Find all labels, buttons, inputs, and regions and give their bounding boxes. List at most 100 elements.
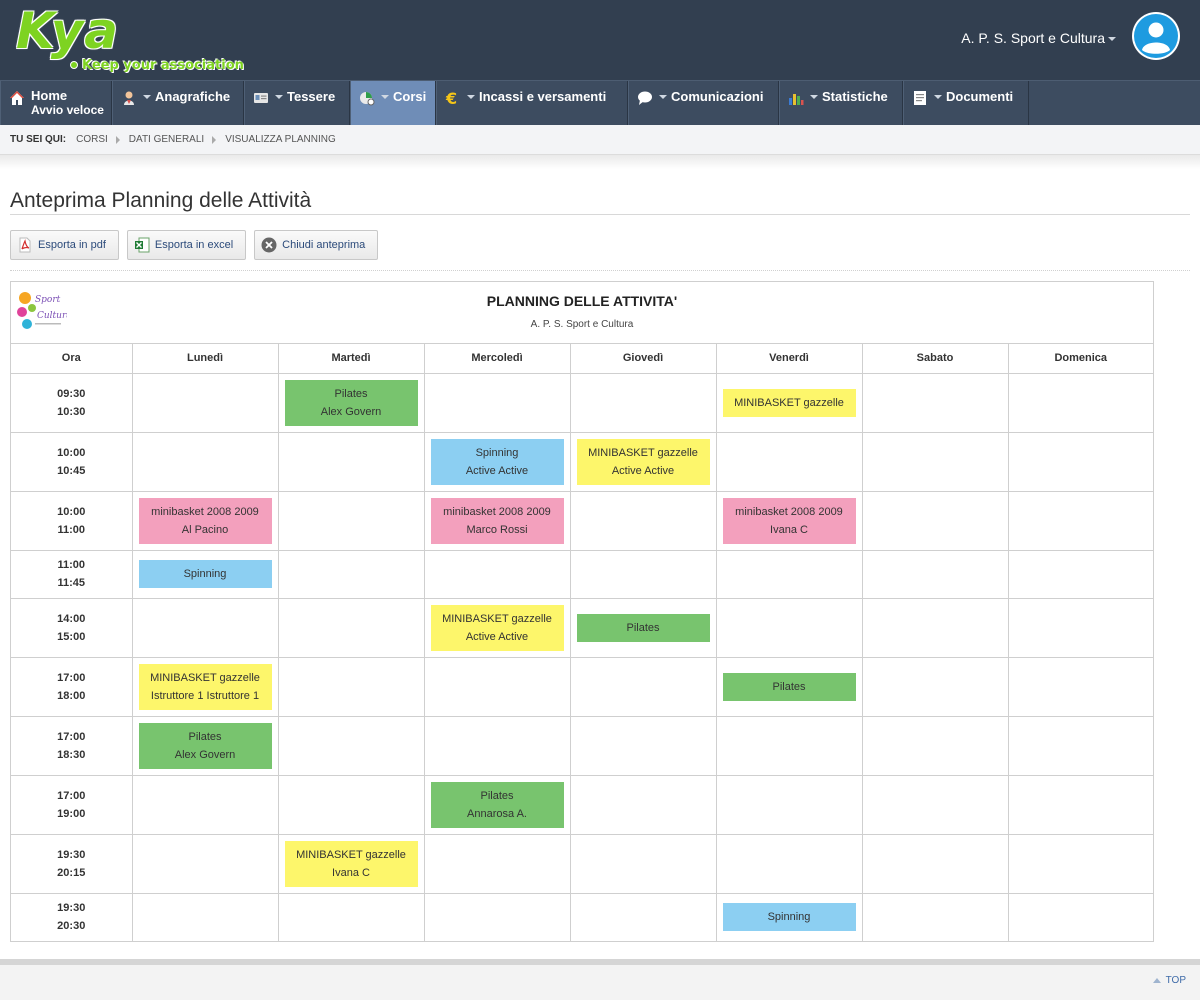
day-cell	[132, 432, 279, 492]
nav-documenti[interactable]: Documenti	[903, 81, 1029, 125]
time-start: 10:00	[57, 505, 86, 518]
column-header-day: Sabato	[862, 344, 1009, 374]
excel-icon	[134, 237, 150, 253]
back-to-top-link[interactable]: TOP	[1152, 975, 1186, 986]
breadcrumb-item-corsi[interactable]: CORSI	[76, 134, 108, 145]
chevron-down-icon	[1108, 37, 1116, 42]
planning-grid: Ora Lunedì Martedì Mercoledì Giovedì Venerdì S…	[11, 344, 1153, 941]
planning-row: 17:00 18:30 Pilates Alex Govern	[11, 716, 1153, 776]
user-menu[interactable]: A. P. S. Sport e Cultura	[961, 30, 1116, 46]
day-cell: minibasket 2008 2009 Ivana C	[716, 491, 863, 551]
time-start: 19:30	[57, 848, 86, 861]
export-excel-button[interactable]: Esporta in excel	[126, 230, 247, 260]
activity-name: Spinning	[767, 911, 811, 924]
main-nav: Home Avvio veloce Anagrafiche Tessere Cor…	[0, 80, 1200, 125]
day-cell	[570, 834, 717, 894]
day-cell	[278, 716, 425, 776]
column-header-day: Venerdì	[716, 344, 863, 374]
planning-title: PLANNING DELLE ATTIVITA'	[486, 293, 678, 309]
day-cell: Pilates Alex Govern	[278, 373, 425, 433]
activity-block[interactable]: MINIBASKET gazzelle	[722, 388, 856, 417]
nav-statistiche[interactable]: Statistiche	[779, 81, 903, 125]
user-name-label: A. P. S. Sport e Cultura	[961, 30, 1105, 46]
activity-block[interactable]: MINIBASKET gazzelle Ivana C	[284, 840, 418, 887]
breadcrumb-item-dati-generali[interactable]: DATI GENERALI	[129, 134, 204, 145]
activity-block[interactable]: MINIBASKET gazzelle Istruttore 1 Istrutto…	[138, 663, 272, 710]
nav-statistiche-label: Statistiche	[822, 89, 888, 104]
time-end: 10:45	[57, 464, 86, 477]
breadcrumb-separator-icon	[115, 135, 120, 144]
activity-block[interactable]: Spinning	[722, 903, 856, 932]
home-icon	[10, 91, 24, 105]
activity-name: Pilates	[480, 789, 514, 802]
toolbar: Esporta in pdf Esporta in excel Chiudi a…	[10, 230, 386, 260]
activity-block[interactable]: Pilates	[576, 613, 710, 642]
nav-documenti-label: Documenti	[946, 89, 1014, 104]
kya-logo[interactable]: Kya Keep your association	[16, 4, 256, 78]
day-cell	[862, 550, 1009, 599]
activity-block[interactable]: MINIBASKET gazzelle Active Active	[430, 604, 564, 651]
day-cell	[862, 598, 1009, 658]
user-avatar-icon	[1134, 14, 1178, 58]
activity-block[interactable]: Spinning Active Active	[430, 438, 564, 485]
avatar[interactable]	[1132, 12, 1180, 60]
day-cell	[278, 432, 425, 492]
courses-icon	[360, 92, 375, 106]
planning-organization: A. P. S. Sport e Cultura	[530, 319, 634, 330]
activity-block[interactable]: minibasket 2008 2009 Marco Rossi	[430, 497, 564, 544]
activity-block[interactable]: MINIBASKET gazzelle Active Active	[576, 438, 710, 485]
time-start: 17:00	[57, 789, 86, 802]
logo-wordmark: Kya	[16, 2, 120, 60]
day-cell	[716, 432, 863, 492]
day-cell: Spinning	[132, 550, 279, 599]
activity-instructor: Active Active	[465, 464, 529, 477]
activity-block[interactable]: Spinning	[138, 560, 272, 588]
activity-block[interactable]: Pilates	[722, 672, 856, 701]
day-cell	[862, 775, 1009, 835]
time-slot: 10:00 10:45	[11, 432, 133, 492]
day-cell	[716, 550, 863, 599]
planning-header-row: Ora Lunedì Martedì Mercoledì Giovedì Venerdì S…	[11, 344, 1153, 374]
activity-name: MINIBASKET gazzelle	[734, 396, 844, 409]
planning-row: 19:30 20:30 Spinning	[11, 893, 1153, 941]
day-cell	[278, 598, 425, 658]
activity-instructor: Ivana C	[770, 523, 808, 536]
nav-anagrafiche[interactable]: Anagrafiche	[112, 81, 244, 125]
activity-block[interactable]: minibasket 2008 2009 Al Pacino	[138, 497, 272, 544]
nav-caret-icon	[659, 95, 667, 99]
person-icon	[124, 91, 134, 105]
activity-block[interactable]: Pilates Annarosa A.	[430, 781, 564, 828]
breadcrumb-label: TU SEI QUI:	[10, 134, 67, 145]
activity-block[interactable]: Pilates Alex Govern	[284, 379, 418, 426]
activity-instructor: Al Pacino	[181, 523, 229, 536]
export-pdf-label: Esporta in pdf	[38, 239, 106, 251]
activity-block[interactable]: minibasket 2008 2009 Ivana C	[722, 497, 856, 544]
pdf-icon	[19, 237, 31, 253]
day-cell	[716, 598, 863, 658]
export-excel-label: Esporta in excel	[154, 239, 234, 251]
nav-home[interactable]: Home Avvio veloce	[0, 81, 112, 125]
export-pdf-button[interactable]: Esporta in pdf	[10, 230, 119, 260]
day-cell	[278, 775, 425, 835]
nav-corsi[interactable]: Corsi	[350, 81, 436, 125]
day-cell	[132, 834, 279, 894]
day-cell	[570, 893, 717, 941]
nav-tessere[interactable]: Tessere	[244, 81, 350, 125]
app-header: Kya Keep your association A. P. S. Sport…	[0, 0, 1200, 80]
footer: TOP	[0, 965, 1200, 1000]
activity-name: MINIBASKET gazzelle	[588, 446, 698, 459]
activity-block[interactable]: Pilates Alex Govern	[138, 722, 272, 769]
day-cell: MINIBASKET gazzelle Istruttore 1 Istrutto…	[132, 657, 279, 717]
close-preview-button[interactable]: Chiudi anteprima	[254, 230, 379, 260]
nav-incassi[interactable]: € Incassi e versamenti	[436, 81, 628, 125]
close-icon	[261, 237, 277, 253]
back-to-top-label: TOP	[1165, 975, 1186, 986]
activity-instructor: Alex Govern	[320, 405, 382, 418]
time-start: 10:00	[57, 446, 86, 459]
time-start: 17:00	[57, 671, 86, 684]
day-cell	[570, 491, 717, 551]
day-cell	[278, 550, 425, 599]
nav-comunicazioni[interactable]: Comunicazioni	[628, 81, 779, 125]
activity-instructor: Annarosa A.	[467, 807, 527, 820]
time-slot: 09:30 10:30	[11, 373, 133, 433]
